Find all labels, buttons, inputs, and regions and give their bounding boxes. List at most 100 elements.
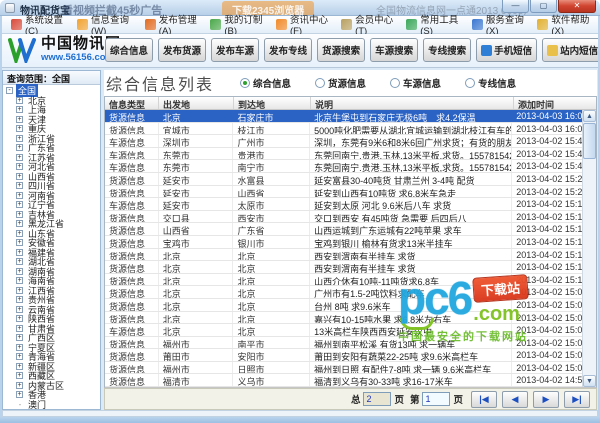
table-row[interactable]: 车源信息深圳市广州市深圳，东莞有9米6和8米6回广州求货；有货的朋友联系：201…	[105, 135, 582, 148]
toolbar-button-7[interactable]: 手机短信	[476, 38, 537, 62]
first-page-button[interactable]: |◀	[471, 391, 497, 408]
expand-icon[interactable]: +	[16, 353, 23, 360]
cell-to: 北京	[233, 261, 310, 273]
menu-item-1[interactable]: 信息查询(W)	[73, 17, 139, 33]
expand-icon[interactable]: +	[16, 325, 23, 332]
table-row[interactable]: 货源信息北京北京西安到渭南有半挂车 求货2013-04-02 15:12:43	[105, 249, 582, 262]
scroll-up-icon[interactable]: ▲	[583, 110, 596, 122]
table-row[interactable]: 货源信息北京北京山西介休有10吨-11吨货求6.8车2013-04-02 15:…	[105, 274, 582, 287]
toolbar-button-2[interactable]: 发布车源	[211, 38, 259, 62]
table-row[interactable]: 货源信息交口县西安市交口到西安 有45吨货 急需要 后四后八2013-04-02…	[105, 211, 582, 224]
expand-icon[interactable]: +	[16, 391, 23, 398]
scrollbar-thumb[interactable]	[583, 123, 596, 159]
menu-item-4[interactable]: 资讯中心(F)	[272, 17, 335, 33]
expand-icon[interactable]: +	[16, 372, 23, 379]
expand-icon[interactable]: +	[16, 344, 23, 351]
expand-icon[interactable]: +	[16, 334, 23, 341]
menu-item-5[interactable]: 会员中心(T)	[337, 17, 400, 33]
table-row[interactable]: 货源信息北京石家庄市北京牛堡屯到石家庄无极6吨 求4.2保温2013-04-03…	[105, 110, 582, 123]
expand-icon[interactable]: +	[16, 106, 23, 113]
prev-page-button[interactable]: ◀	[502, 391, 528, 408]
menu-item-2[interactable]: 发布管理(A)	[141, 17, 205, 33]
toolbar-button-4[interactable]: 货源搜索	[317, 38, 365, 62]
expand-icon[interactable]: +	[16, 306, 23, 313]
column-header-2[interactable]: 到达地	[234, 97, 311, 109]
table-row[interactable]: 货源信息福州市南平市福州到南平松溪 有货13吨 求一辆车2013-04-02 1…	[105, 337, 582, 350]
menu-item-6[interactable]: 常用工具(S)	[402, 17, 466, 33]
expand-icon[interactable]: +	[16, 296, 23, 303]
toolbar-button-0[interactable]: 综合信息	[105, 38, 153, 62]
table-row[interactable]: 货源信息宜城市枝江市5000吨化肥需要从湖北宜城运输到湖北枝江有车的老板请联系2…	[105, 123, 582, 136]
expand-icon[interactable]: +	[16, 163, 23, 170]
expand-icon[interactable]: +	[16, 220, 23, 227]
tree-item-2[interactable]: +天津	[3, 115, 100, 125]
expand-icon[interactable]: +	[16, 211, 23, 218]
menu-item-3[interactable]: 我的订制(B)	[206, 17, 270, 33]
expand-icon[interactable]: +	[16, 154, 23, 161]
expand-icon[interactable]: +	[16, 116, 23, 123]
toolbar-button-8[interactable]: 站内短信	[542, 38, 600, 62]
toolbar-button-3[interactable]: 发布专线	[264, 38, 312, 62]
table-row[interactable]: 货源信息延安市山西省延安到山西有10吨货 求6.8米车急走2013-04-02 …	[105, 186, 582, 199]
table-row[interactable]: 车源信息东莞市贵港市东莞回南宁.贵港.玉林,13米平板,求货。155781542…	[105, 148, 582, 161]
expand-icon[interactable]: +	[16, 201, 23, 208]
scroll-down-icon[interactable]: ▼	[583, 375, 596, 387]
table-row[interactable]: 货源信息延安市水富县延安富县30-40吨货 甘肃兰州 3-4吨 配货2013-0…	[105, 173, 582, 186]
expand-icon[interactable]: +	[16, 125, 23, 132]
radio-1[interactable]: 货源信息	[315, 76, 366, 90]
table-row[interactable]: 车源信息东莞市南宁市东莞回南宁.贵港.玉林,13米平板,求货。155781542…	[105, 160, 582, 173]
table-row[interactable]: 货源信息北京北京台州 8吨 求9.6米车2013-04-02 15:09:13	[105, 299, 582, 312]
toolbar-button-5[interactable]: 车源搜索	[370, 38, 418, 62]
expand-icon[interactable]: +	[16, 97, 23, 104]
table-row[interactable]: 货源信息北京北京嘉兴有10-15吨水果 求6.8米左右车2013-04-02 1…	[105, 312, 582, 325]
column-header-0[interactable]: 信息类型	[105, 97, 159, 109]
table-row[interactable]: 货源信息莆田市安阳市莆田到安阳有蔬菜22-25吨 求9.6米高栏车2013-04…	[105, 349, 582, 362]
toolbar-button-1[interactable]: 发布货源	[158, 38, 206, 62]
expand-icon[interactable]: +	[16, 363, 23, 370]
total-pages-field[interactable]	[363, 392, 391, 406]
table-row[interactable]: 车源信息延安市太原市延安到太原 河北 9.6米后八车 求货2013-04-02 …	[105, 198, 582, 211]
expand-icon[interactable]: +	[16, 268, 23, 275]
last-page-button[interactable]: ▶|	[564, 391, 590, 408]
table-scrollbar[interactable]: ▲ ▼	[582, 110, 596, 387]
current-page-field[interactable]	[422, 392, 450, 406]
radio-2[interactable]: 车源信息	[390, 76, 441, 90]
column-header-3[interactable]: 说明	[311, 97, 514, 109]
column-header-1[interactable]: 出发地	[159, 97, 234, 109]
table-row[interactable]: 货源信息福清市义乌市福清到义乌有30-33吨 求16-17米车2013-04-0…	[105, 374, 582, 387]
table-row[interactable]: 货源信息福州市日照市福州到日照 有配件7-8吨 求一辆 9.6米高栏车2013-…	[105, 362, 582, 375]
toolbar-button-6[interactable]: 专线搜索	[423, 38, 471, 62]
expand-icon[interactable]: +	[16, 287, 23, 294]
column-header-4[interactable]: 添加时间	[514, 97, 584, 109]
menu-item-7[interactable]: 服务查询(X)	[468, 17, 532, 33]
table-row[interactable]: 车源信息北京北京13米高栏车陕西西安延安汉中2013-04-02 15:06:2…	[105, 324, 582, 337]
tree-item-32[interactable]: -澳门	[3, 400, 100, 410]
radio-3[interactable]: 专线信息	[465, 76, 516, 90]
expand-icon[interactable]: +	[16, 315, 23, 322]
tree-item-root[interactable]: -全国	[3, 86, 100, 96]
collapse-icon[interactable]: -	[6, 87, 13, 94]
table-row[interactable]: 货源信息北京北京广州市有1.5-2吨饮料求配车2013-04-02 15:09:…	[105, 286, 582, 299]
expand-icon[interactable]: +	[16, 258, 23, 265]
menu-item-0[interactable]: 系统设置(C)	[7, 17, 71, 33]
expand-icon[interactable]: +	[16, 382, 23, 389]
expand-icon[interactable]: +	[16, 239, 23, 246]
expand-icon[interactable]: +	[16, 173, 23, 180]
radio-0[interactable]: 综合信息	[240, 76, 291, 90]
expand-icon[interactable]: +	[16, 277, 23, 284]
table-row[interactable]: 货源信息山西省广东省山西运城到广东运城有22吨苹果 求车2013-04-02 1…	[105, 223, 582, 236]
next-page-button[interactable]: ▶	[533, 391, 559, 408]
tree-item-0[interactable]: +北京	[3, 96, 100, 106]
table-row[interactable]: 货源信息北京北京西安到渭南有半挂车 求货2013-04-02 15:10:49	[105, 261, 582, 274]
expand-icon[interactable]: +	[16, 182, 23, 189]
expand-icon[interactable]: +	[16, 135, 23, 142]
tree-item-30[interactable]: +内蒙古区	[3, 381, 100, 391]
tree-item-1[interactable]: +上海	[3, 105, 100, 115]
table-header-row: 信息类型出发地到达地说明添加时间	[105, 97, 596, 110]
menu-item-8[interactable]: 软件帮助(X)	[533, 17, 597, 33]
expand-icon[interactable]: +	[16, 249, 23, 256]
expand-icon[interactable]: +	[16, 230, 23, 237]
expand-icon[interactable]: +	[16, 192, 23, 199]
expand-icon[interactable]: +	[16, 144, 23, 151]
table-row[interactable]: 货源信息宝鸡市银川市宝鸡到银川 榆林有货求13米半挂车2013-04-02 15…	[105, 236, 582, 249]
